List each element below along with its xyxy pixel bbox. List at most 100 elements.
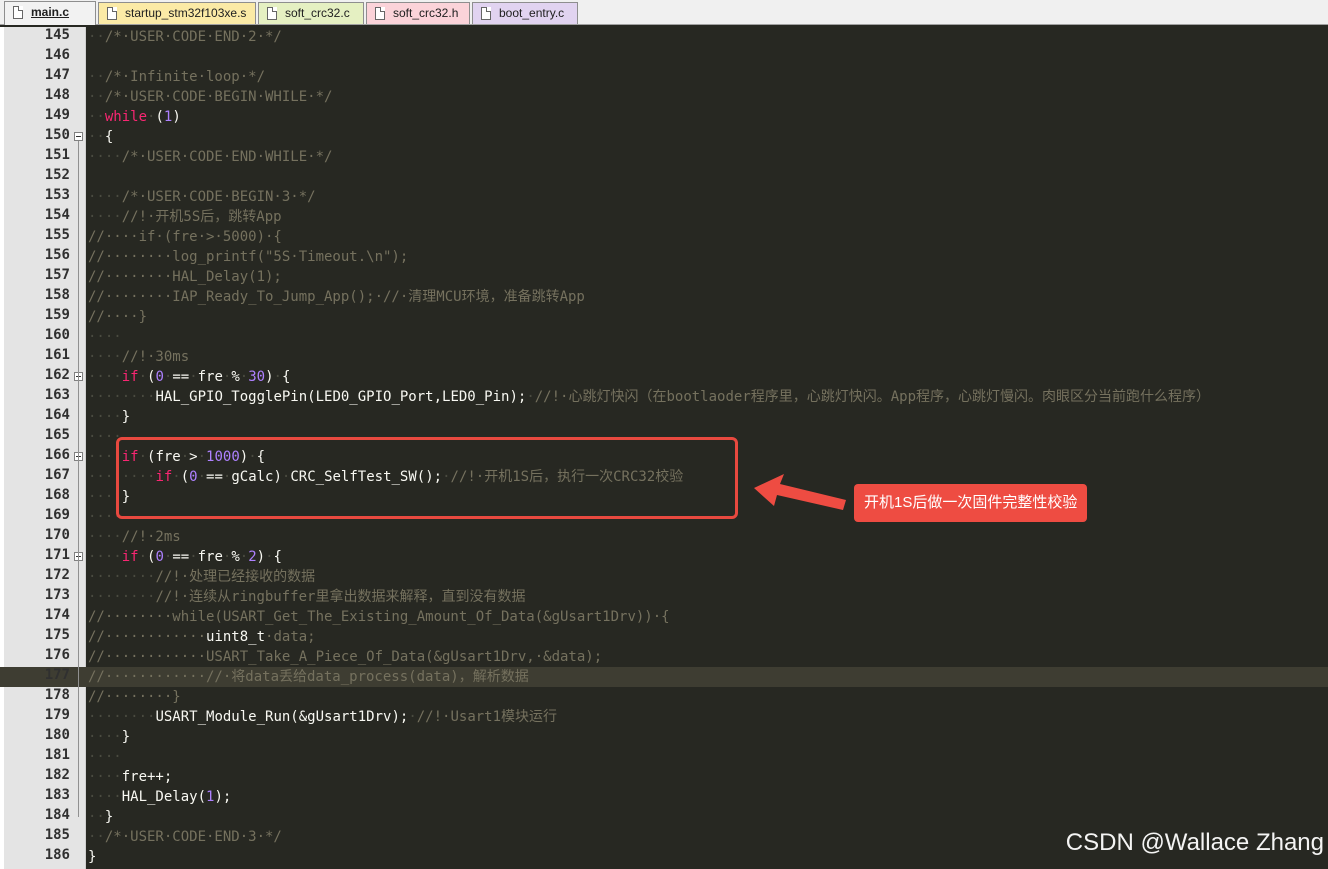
code-token: ···· [88,409,122,425]
code-line[interactable]: 170 ····//!·2ms [0,527,1328,547]
code-line[interactable]: 183 ····HAL_Delay(1); [0,787,1328,807]
code-text: } [88,847,96,867]
line-number: 170 [44,527,70,543]
code-line[interactable]: 184 ··} [0,807,1328,827]
code-token: ·· [88,829,105,845]
line-number: 158 [44,287,70,303]
code-token: ···· [88,769,122,785]
code-line[interactable]: 175 //············uint8_t·data; [0,627,1328,647]
code-text: ····if·(0·==·fre·%·30)·{ [88,367,290,387]
code-line[interactable]: 179 ········USART_Module_Run(&gUsart1Drv)… [0,707,1328,727]
code-line[interactable]: 178 //········} [0,687,1328,707]
code-text: ····//!·开机5S后，跳转App [88,207,282,227]
line-number: 147 [44,67,70,83]
code-token: fre [197,369,223,385]
code-token: 0 [155,549,164,565]
code-token: HAL_Delay( [121,789,207,805]
code-token: ·· [88,29,105,45]
code-token: //············USART_Take_A_Piece_Of_Data… [88,649,603,665]
code-line[interactable]: 174 //········while(USART_Get_The_Existin… [0,607,1328,627]
code-line[interactable]: 180 ····} [0,727,1328,747]
code-line[interactable]: 164 ····} [0,407,1328,427]
code-line[interactable]: 171 ····if·(0·==·fre·%·2)·{ [0,547,1328,567]
line-number: 185 [44,827,70,843]
watermark: CSDN @Wallace Zhang [1065,829,1324,856]
code-token: /*·USER·CODE·END·2·*/ [104,29,282,45]
code-line[interactable]: 163 ········HAL_GPIO_TogglePin(LED0_GPIO_… [0,387,1328,407]
line-number: 154 [44,207,70,223]
code-text: ····} [88,727,130,747]
code-line[interactable]: 154 ····//!·开机5S后，跳转App [0,207,1328,227]
code-token: ···· [88,189,122,205]
code-line[interactable]: 177 //············//·将data丢给data_process(… [0,667,1328,687]
code-line[interactable]: 172 ········//!·处理已经接收的数据 [0,567,1328,587]
code-line[interactable]: 146 [0,47,1328,67]
code-text: //········log_printf("5S·Timeout.\n"); [88,247,408,267]
code-token: //!·连续从ringbuffer里拿出数据来解释，直到没有数据 [155,589,526,605]
code-line[interactable]: 161 ····//!·30ms [0,347,1328,367]
code-text: ··/*·USER·CODE·END·2·*/ [88,27,282,47]
line-number: 179 [44,707,70,723]
code-line[interactable]: 176 //············USART_Take_A_Piece_Of_D… [0,647,1328,667]
line-number: 155 [44,227,70,243]
code-line[interactable]: 150 ··{ [0,127,1328,147]
arrow-icon [754,474,846,510]
code-token: ); [214,789,232,805]
file-icon [481,7,491,20]
code-text: ···· [88,747,122,767]
code-token: ·· [88,89,105,105]
code-token: ( [155,109,164,125]
code-text: ····/*·USER·CODE·END·WHILE·*/ [88,147,332,167]
code-line[interactable]: 181 ···· [0,747,1328,767]
tab-boot-entry-c[interactable]: boot_entry.c [472,2,578,24]
code-line[interactable]: 160 ···· [0,327,1328,347]
code-line[interactable]: 152 [0,167,1328,187]
code-line[interactable]: 145 ··/*·USER·CODE·END·2·*/ [0,27,1328,47]
code-line[interactable]: 149 ··while·(1) [0,107,1328,127]
code-token: ···· [88,789,122,805]
code-token: ) [265,369,274,385]
code-line[interactable]: 173 ········//!·连续从ringbuffer里拿出数据来解释，直到没… [0,587,1328,607]
tab-startup-stm32f103xe-s[interactable]: startup_stm32f103xe.s [98,2,256,24]
code-text: ··{ [88,127,113,147]
code-token: 2 [248,549,257,565]
fold-guide [78,381,79,417]
code-token: ·· [88,109,105,125]
code-text: ··} [88,807,113,827]
line-number: 176 [44,647,70,663]
code-token: ·data; [265,629,316,645]
code-token: /*·USER·CODE·BEGIN·3·*/ [121,189,316,205]
line-number: 157 [44,267,70,283]
code-token: % [231,549,240,565]
fold-toggle-icon[interactable] [74,132,83,141]
line-number: 168 [44,487,70,503]
tab-soft-crc32-c[interactable]: soft_crc32.c [258,2,364,24]
tab-main-c[interactable]: main.c [4,1,96,25]
code-token: if [121,369,139,385]
code-token: ·· [88,129,105,145]
code-token: fre++; [121,769,173,785]
code-line[interactable]: 148 ··/*·USER·CODE·BEGIN·WHILE·*/ [0,87,1328,107]
code-text: ····/*·USER·CODE·BEGIN·3·*/ [88,187,316,207]
code-line[interactable]: 151 ····/*·USER·CODE·END·WHILE·*/ [0,147,1328,167]
code-line[interactable]: 147 ··/*·Infinite·loop·*/ [0,67,1328,87]
code-token: ···· [88,149,122,165]
code-token: //!·处理已经接收的数据 [155,569,316,585]
code-token: while [104,109,148,125]
code-token: · [526,389,535,405]
code-line[interactable]: 157 //········HAL_Delay(1); [0,267,1328,287]
code-text: ········//!·处理已经接收的数据 [88,567,315,587]
code-line[interactable]: 156 //········log_printf("5S·Timeout.\n")… [0,247,1328,267]
code-line[interactable]: 159 //····} [0,307,1328,327]
code-line[interactable]: 158 //········IAP_Ready_To_Jump_App();·//… [0,287,1328,307]
line-number: 171 [44,547,70,563]
code-line[interactable]: 153 ····/*·USER·CODE·BEGIN·3·*/ [0,187,1328,207]
tab-soft-crc32-h[interactable]: soft_crc32.h [366,2,470,24]
code-token: == [172,369,190,385]
code-line[interactable]: 155 //····if·(fre·>·5000)·{ [0,227,1328,247]
code-line[interactable]: 182 ····fre++; [0,767,1328,787]
code-line[interactable]: 162 ····if·(0·==·fre·%·30)·{ [0,367,1328,387]
line-number: 145 [44,27,70,43]
code-text: ········//!·连续从ringbuffer里拿出数据来解释，直到没有数据 [88,587,525,607]
code-token: · [138,549,148,565]
